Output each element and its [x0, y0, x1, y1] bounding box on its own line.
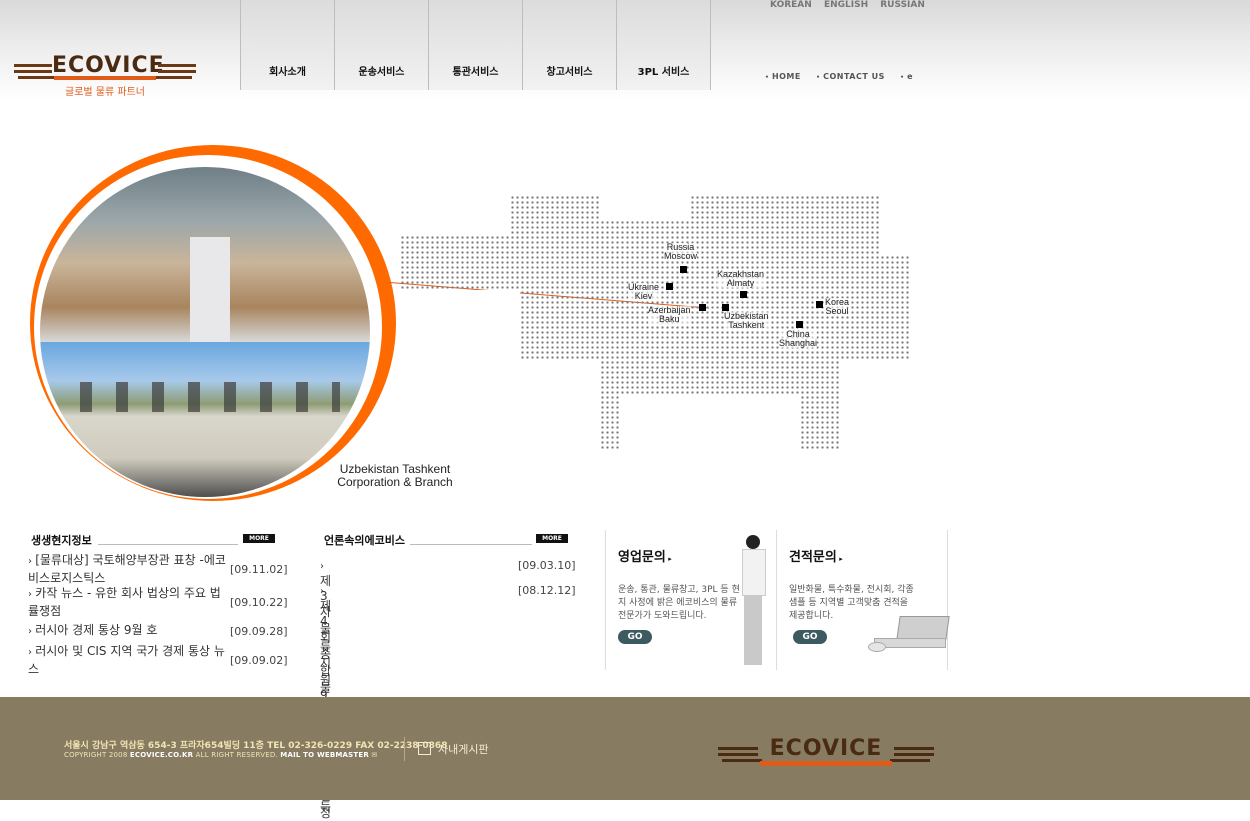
list-item-date: [09.03.10] — [518, 559, 576, 572]
home-link[interactable]: HOME — [765, 72, 801, 81]
press-board: 언론속의에코비스 MORE 제3자물류 지원 9개 컨소시엄 선정 [09.03… — [320, 530, 580, 820]
quote-go-button[interactable]: GO — [793, 630, 827, 644]
logo-tagline: 글로벌 물류 파트너 — [65, 87, 145, 98]
lang-korean[interactable]: KOREAN — [770, 0, 812, 10]
list-item[interactable]: 러시아 경제 통상 9월 호 — [28, 622, 228, 640]
mail-to-webmaster-link[interactable]: MAIL TO WEBMASTER — [280, 751, 369, 759]
nav-company[interactable]: 회사소개 — [240, 0, 334, 90]
label-seoul: Korea Seoul — [825, 297, 850, 316]
local-info-board: 생생현지정보 MORE [물류대상] 국토해양부장관 표창 -에코비스로지스틱스… — [28, 530, 288, 680]
map-gap — [840, 360, 910, 450]
nav-warehouse[interactable]: 창고서비스 — [522, 0, 616, 90]
logo-wing-right — [158, 64, 196, 67]
businessman-illustration — [738, 535, 770, 670]
list-item-date: [09.10.22] — [230, 596, 288, 609]
sales-inquiry-title: 영업문의 — [618, 546, 672, 565]
map-gap — [600, 195, 690, 220]
label-baku: Azerbaijan Baku — [648, 305, 691, 324]
label-almaty: Kazakhstan Almaty — [717, 269, 765, 288]
lang-english[interactable]: ENGLISH — [824, 0, 868, 10]
more-button[interactable]: MORE — [536, 534, 568, 543]
map-gap — [400, 195, 510, 235]
quote-inquiry-title: 견적문의 — [789, 546, 843, 565]
site-header: ECOVICE 글로벌 물류 파트너 회사소개 운송서비스 통관서비스 창고서비… — [0, 0, 1250, 100]
main-nav: 회사소개 운송서비스 통관서비스 창고서비스 3PL 서비스 — [240, 0, 711, 90]
contact-us-link[interactable]: CONTACT US — [816, 72, 885, 81]
more-button[interactable]: MORE — [243, 534, 275, 543]
footer-logo-text: ECOVICE — [769, 736, 883, 761]
nav-customs[interactable]: 통관서비스 — [428, 0, 522, 90]
marker-almaty[interactable] — [740, 291, 747, 298]
lang-russian[interactable]: RUSSIAN — [880, 0, 925, 10]
list-item[interactable]: 카작 뉴스 - 유한 회사 법상의 주요 법률쟁점 — [28, 585, 228, 619]
board-title: 언론속의에코비스 — [324, 534, 405, 547]
list-item-date: [09.09.28] — [230, 625, 288, 638]
company-address: 서울시 강남구 역삼동 654-3 프라자654빌딩 11층 TEL 02-32… — [64, 741, 448, 751]
logo-text: ECOVICE — [52, 53, 165, 78]
list-item-date: [08.12.12] — [518, 584, 576, 597]
board-title: 생생현지정보 — [31, 534, 92, 547]
branch-photo — [40, 167, 370, 497]
utility-links: HOME CONTACT US e — [765, 72, 925, 81]
label-shanghai: China Shanghai — [779, 329, 818, 348]
label-kiev: Ukraine Kiev — [628, 282, 660, 301]
sales-inquiry-desc: 운송, 통관, 물류창고, 3PL 등 현지 사정에 밝은 에코비스의 물류전문… — [618, 585, 740, 621]
sales-go-button[interactable]: GO — [618, 630, 652, 644]
marker-shanghai[interactable] — [796, 321, 803, 328]
map-gap — [880, 195, 910, 255]
marker-seoul[interactable] — [816, 301, 823, 308]
site-footer: 서울시 강남구 역삼동 654-3 프라자654빌딩 11층 TEL 02-32… — [0, 697, 1250, 800]
board-rule — [410, 544, 532, 545]
copyright: COPYRIGHT 2008 ECOVICE.CO.KR ALL RIGHT R… — [64, 751, 378, 759]
warehouse-aisle — [190, 237, 230, 342]
list-item[interactable]: 러시아 및 CIS 지역 국가 경제 통상 뉴스 — [28, 643, 228, 677]
label-moscow: Russia Moscow — [664, 242, 698, 261]
nav-transport[interactable]: 운송서비스 — [334, 0, 428, 90]
e-link[interactable]: e — [900, 72, 913, 81]
marker-moscow[interactable] — [680, 266, 687, 273]
window-icon — [418, 742, 431, 755]
marker-baku[interactable] — [699, 304, 706, 311]
mail-icon[interactable]: ✉ — [371, 751, 377, 759]
logo-wing-left — [14, 64, 52, 67]
internal-board-link[interactable]: 사내게시판 — [418, 741, 489, 757]
label-tashkent: Uzbekistan Tashkent — [724, 311, 769, 330]
ecovice-logo[interactable]: ECOVICE 글로벌 물류 파트너 — [14, 54, 196, 100]
building-windows — [80, 382, 340, 412]
footer-logo: ECOVICE — [718, 737, 934, 769]
board-rule — [98, 544, 238, 545]
hero-caption-line2: Corporation & Branch — [337, 475, 453, 489]
marker-kiev[interactable] — [666, 283, 673, 290]
map-gap — [400, 290, 520, 450]
list-item-date: [09.11.02] — [230, 563, 288, 576]
map-gap — [620, 395, 800, 450]
map-gap — [520, 360, 600, 450]
hero-caption: Uzbekistan Tashkent Corporation & Branch — [320, 463, 470, 489]
footer-divider — [404, 737, 405, 761]
nav-3pl[interactable]: 3PL 서비스 — [616, 0, 711, 90]
list-item[interactable]: [물류대상] 국토해양부장관 표창 -에코비스로지스틱스 — [28, 552, 228, 586]
laptop-illustration — [868, 616, 950, 652]
language-selector: KOREAN ENGLISH RUSSIAN — [770, 0, 934, 10]
list-item-date: [09.09.02] — [230, 654, 288, 667]
logo-stripe — [54, 76, 156, 80]
marker-tashkent[interactable] — [722, 304, 729, 311]
